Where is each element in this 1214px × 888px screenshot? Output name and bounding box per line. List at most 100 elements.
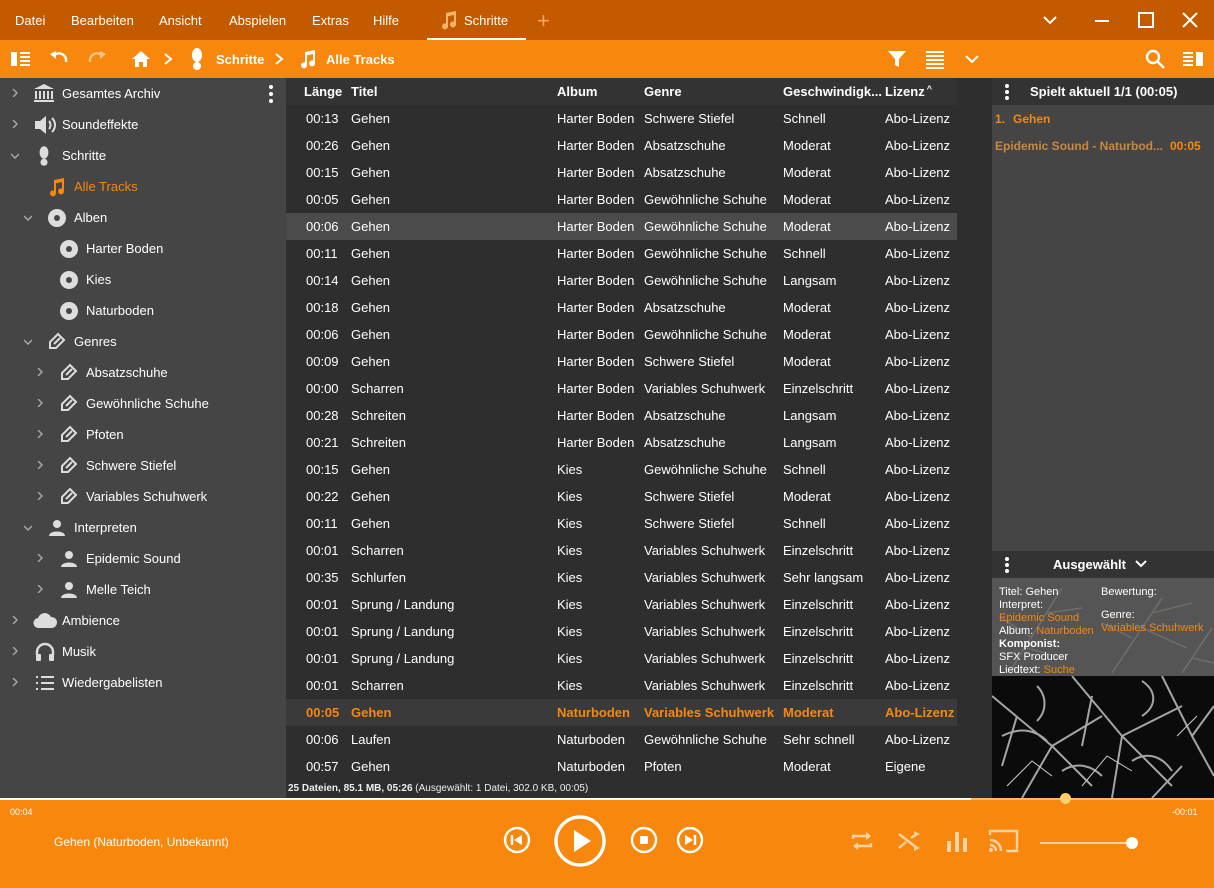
volume-slider[interactable] [1040,842,1132,844]
sidebar-item-interpret-epidemic-sound[interactable]: Epidemic Sound [0,543,286,574]
table-row[interactable]: 00:00 Scharren Harter Boden Variables Schuh… [286,375,957,402]
meta-genre-link[interactable]: Variables Schuhwerk [1101,622,1204,634]
breadcrumb-alle-tracks[interactable]: Alle Tracks [326,52,395,67]
table-row[interactable]: 00:15 Gehen Harter Boden Absatzschuhe Modera… [286,159,957,186]
sidebar-item-schritte[interactable]: Schritte [0,140,286,171]
table-row[interactable]: 00:21 Schreiten Harter Boden Absatzschuhe La… [286,429,957,456]
table-row[interactable]: 00:06 Laufen Naturboden Gewöhnliche Schuhe S… [286,726,957,753]
table-row[interactable]: 00:15 Gehen Kies Gewöhnliche Schuhe Schnell A… [286,456,957,483]
menu-extras[interactable]: Extras [312,13,349,28]
close-icon[interactable] [1178,10,1202,30]
table-row[interactable]: 00:13 Gehen Harter Boden Schwere Stiefel Sch… [286,105,957,132]
next-track-icon[interactable] [676,826,704,854]
breadcrumb-schritte[interactable]: Schritte [216,52,264,67]
expand-arrow-icon[interactable] [36,430,44,438]
menu-datei[interactable]: Datei [15,13,45,28]
expand-arrow-icon[interactable] [36,554,44,562]
table-row[interactable]: 00:01 Scharren Kies Variables Schuhwerk Einz… [286,537,957,564]
sidebar-item-interpreten[interactable]: Interpreten [0,512,286,543]
chevron-down-icon[interactable] [962,50,982,68]
redo-icon[interactable] [86,49,108,69]
sidebar-item-interpret-melle-teich[interactable]: Melle Teich [0,574,286,605]
repeat-icon[interactable] [849,829,875,853]
expand-arrow-icon[interactable] [11,678,19,686]
collapse-arrow-icon[interactable] [24,524,32,532]
expand-arrow-icon[interactable] [36,585,44,593]
meta-album-link[interactable]: Naturboden [1036,625,1094,637]
sidebar-item-genre-variables-schuhwerk[interactable]: Variables Schuhwerk [0,481,286,512]
volume-handle[interactable] [1126,837,1138,849]
shuffle-icon[interactable] [897,829,923,853]
expand-arrow-icon[interactable] [11,616,19,624]
expand-arrow-icon[interactable] [11,89,19,97]
table-row[interactable]: 00:22 Gehen Kies Schwere Stiefel Moderat Abo-… [286,483,957,510]
equalizer-icon[interactable] [944,829,970,853]
table-row[interactable]: 00:57 Gehen Naturboden Pfoten Moderat Eigene [286,753,957,780]
column-header-album[interactable]: Album [557,84,597,99]
expand-arrow-icon[interactable] [36,368,44,376]
meta-lyrics-search-link[interactable]: Suche [1044,664,1075,676]
chevron-down-icon[interactable] [1038,10,1062,30]
more-vertical-icon[interactable] [1002,83,1012,101]
filter-icon[interactable] [886,48,908,70]
previous-track-icon[interactable] [503,826,531,854]
sidebar-item-wiedergabelisten[interactable]: Wiedergabelisten [0,667,286,698]
expand-arrow-icon[interactable] [11,647,19,655]
maximize-icon[interactable] [1134,10,1158,30]
table-row[interactable]: 00:01 Scharren Kies Variables Schuhwerk Einz… [286,672,957,699]
menu-abspielen[interactable]: Abspielen [229,13,286,28]
table-row[interactable]: 00:01 Sprung / Landung Kies Variables Schuh… [286,591,957,618]
expand-arrow-icon[interactable] [36,399,44,407]
menu-ansicht[interactable]: Ansicht [159,13,202,28]
play-icon[interactable] [553,814,607,868]
table-row[interactable]: 00:14 Gehen Harter Boden Gewöhnliche Schuhe… [286,267,957,294]
sidebar-item-genre-pfoten[interactable]: Pfoten [0,419,286,450]
more-vertical-icon[interactable] [264,84,278,104]
column-header-lizenz[interactable]: Lizenz ^ [885,84,932,99]
column-header-titel[interactable]: Titel [351,84,378,99]
sidebar-item-genre-gewoehnliche-schuhe[interactable]: Gewöhnliche Schuhe [0,388,286,419]
sidebar-item-ambience[interactable]: Ambience [0,605,286,636]
table-row[interactable]: 00:01 Sprung / Landung Kies Variables Schuh… [286,618,957,645]
add-tab-button[interactable]: + [537,8,550,34]
menu-bearbeiten[interactable]: Bearbeiten [71,13,134,28]
more-vertical-icon[interactable] [1002,556,1012,574]
search-icon[interactable] [1144,48,1166,70]
now-playing-subitem[interactable]: Epidemic Sound - Naturbod... 00:05 [992,132,1214,159]
sidebar-item-gesamtes-archiv[interactable]: Gesamtes Archiv [0,78,286,109]
table-row[interactable]: 00:05 Gehen Harter Boden Gewöhnliche Schuhe… [286,186,957,213]
expand-arrow-icon[interactable] [11,120,19,128]
minimize-icon[interactable] [1090,10,1114,30]
column-header-genre[interactable]: Genre [644,84,682,99]
home-icon[interactable] [130,48,152,70]
expand-arrow-icon[interactable] [36,492,44,500]
table-row[interactable]: 00:11 Gehen Harter Boden Gewöhnliche Schuhe… [286,240,957,267]
right-panel-icon[interactable] [1182,49,1204,69]
now-playing-item[interactable]: 1. Gehen [992,105,1214,132]
sidebar-item-genre-schwere-stiefel[interactable]: Schwere Stiefel [0,450,286,481]
collapse-arrow-icon[interactable] [24,338,32,346]
meta-interpret-link[interactable]: Epidemic Sound [999,612,1079,624]
table-row[interactable]: 00:18 Gehen Harter Boden Absatzschuhe Modera… [286,294,957,321]
table-row[interactable]: 00:01 Sprung / Landung Kies Variables Schuh… [286,645,957,672]
sidebar-item-genres[interactable]: Genres [0,326,286,357]
table-row[interactable]: 00:35 Schlurfen Kies Variables Schuhwerk Seh… [286,564,957,591]
column-header-laenge[interactable]: Länge [304,84,342,99]
table-row[interactable]: 00:26 Gehen Harter Boden Absatzschuhe Modera… [286,132,957,159]
cast-icon[interactable] [988,828,1020,854]
sidebar-item-alben[interactable]: Alben [0,202,286,233]
table-row-playing[interactable]: 00:05 Gehen Naturboden Variables Schuhwerk M… [286,699,957,726]
sidebar-item-genre-absatzschuhe[interactable]: Absatzschuhe [0,357,286,388]
table-row[interactable]: 00:11 Gehen Kies Schwere Stiefel Schnell Abo-… [286,510,957,537]
layout-panel-icon[interactable] [10,49,32,69]
chevron-down-icon[interactable] [1134,558,1148,570]
sidebar-item-musik[interactable]: Musik [0,636,286,667]
seek-handle[interactable] [1060,793,1071,804]
collapse-arrow-icon[interactable] [11,152,19,160]
list-view-icon[interactable] [924,48,946,70]
sidebar-item-soundeffekte[interactable]: Soundeffekte [0,109,286,140]
sidebar-item-alle-tracks[interactable]: Alle Tracks [0,171,286,202]
sidebar-item-album-kies[interactable]: Kies [0,264,286,295]
menu-hilfe[interactable]: Hilfe [373,13,399,28]
stop-icon[interactable] [630,826,658,854]
